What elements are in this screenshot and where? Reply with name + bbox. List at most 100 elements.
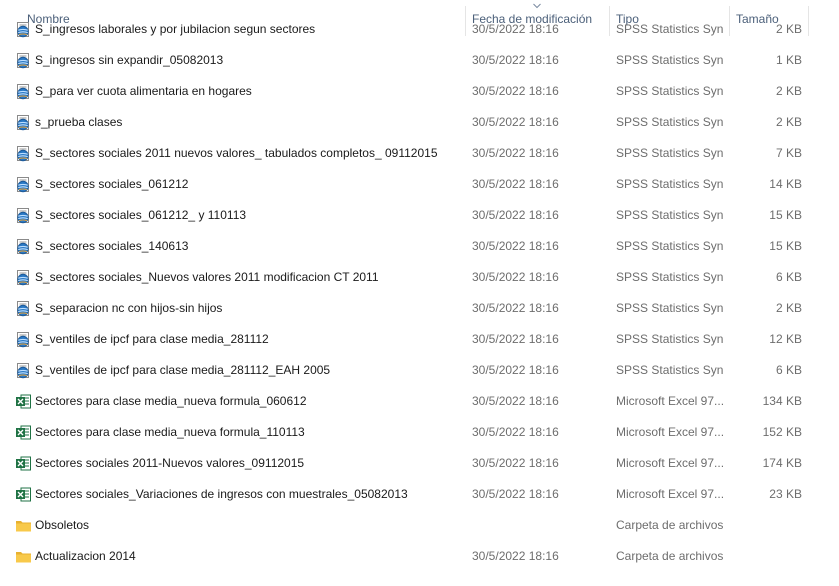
file-type: SPSS Statistics Syn... [616, 239, 724, 253]
file-size: 12 KB [769, 332, 802, 346]
file-size: 14 KB [769, 177, 802, 191]
modified-date: 30/5/2022 18:16 [472, 177, 559, 191]
spss-syntax-icon [15, 331, 32, 348]
file-size: 6 KB [775, 270, 802, 284]
file-row[interactable]: S_sectores sociales_061212 30/5/2022 18:1… [0, 169, 839, 200]
folder-icon [15, 548, 32, 565]
file-row[interactable]: S_para ver cuota alimentaria en hogares 3… [0, 76, 839, 107]
file-name: S_sectores sociales_061212_ y 110113 [35, 208, 247, 222]
excel-icon [15, 393, 32, 410]
file-type: SPSS Statistics Syn... [616, 363, 724, 377]
modified-date: 30/5/2022 18:16 [472, 301, 559, 315]
file-type: SPSS Statistics Syn... [616, 84, 724, 98]
file-name: Sectores sociales_Variaciones de ingreso… [35, 487, 408, 501]
file-size: 6 KB [775, 363, 802, 377]
spss-syntax-icon [15, 207, 32, 224]
modified-date: 30/5/2022 18:16 [472, 332, 559, 346]
file-row[interactable]: Sectores para clase media_nueva formula_… [0, 386, 839, 417]
file-name: Sectores para clase media_nueva formula_… [35, 425, 305, 439]
spss-syntax-icon [15, 176, 32, 193]
spss-syntax-icon [15, 21, 32, 38]
file-name: s_prueba clases [35, 115, 123, 129]
file-size [736, 510, 802, 541]
file-size: 134 KB [762, 394, 802, 408]
file-size: 15 KB [769, 239, 802, 253]
file-name: Actualizacion 2014 [35, 549, 136, 563]
modified-date: 30/5/2022 18:16 [472, 487, 559, 501]
file-row[interactable]: S_ingresos laborales y por jubilacion se… [0, 15, 839, 45]
file-name: Sectores para clase media_nueva formula_… [35, 394, 307, 408]
folder-row[interactable]: Actualizacion 2014 30/5/2022 18:16 Carpeta… [0, 541, 839, 572]
spss-syntax-icon [15, 238, 32, 255]
file-row[interactable]: S_ingresos sin expandir_05082013 30/5/202… [0, 45, 839, 76]
file-row[interactable]: S_sectores sociales_061212_ y 110113 30/5… [0, 200, 839, 231]
file-type: Carpeta de archivos [616, 518, 724, 532]
file-row[interactable]: S_sectores sociales_Nuevos valores 2011 … [0, 262, 839, 293]
file-size: 2 KB [775, 22, 802, 36]
file-name: S_sectores sociales_140613 [35, 239, 189, 253]
file-name: S_separacion nc con hijos-sin hijos [35, 301, 223, 315]
modified-date: 30/5/2022 18:16 [472, 53, 559, 67]
spss-syntax-icon [15, 145, 32, 162]
spss-syntax-icon [15, 269, 32, 286]
folder-icon [15, 517, 32, 534]
file-type: SPSS Statistics Syn... [616, 208, 724, 222]
file-row[interactable]: Sectores sociales 2011-Nuevos valores_09… [0, 448, 839, 479]
excel-icon [15, 486, 32, 503]
file-row[interactable]: S_ventiles de ipcf para clase media_2811… [0, 324, 839, 355]
file-name: S_para ver cuota alimentaria en hogares [35, 84, 252, 98]
modified-date: 30/5/2022 18:16 [472, 208, 559, 222]
file-size: 2 KB [775, 301, 802, 315]
file-list: S_ingresos laborales y por jubilacion se… [0, 15, 839, 586]
file-type: SPSS Statistics Syn... [616, 332, 724, 346]
file-type: SPSS Statistics Syn... [616, 146, 724, 160]
modified-date: 30/5/2022 18:16 [472, 84, 559, 98]
file-row[interactable]: Sectores sociales_Variaciones de ingreso… [0, 479, 839, 510]
modified-date: 30/5/2022 18:16 [472, 363, 559, 377]
file-name: S_ingresos sin expandir_05082013 [35, 53, 224, 67]
file-type: SPSS Statistics Syn... [616, 270, 724, 284]
file-name: S_sectores sociales_061212 [35, 177, 189, 191]
file-size: 2 KB [775, 84, 802, 98]
file-row[interactable]: S_sectores sociales_140613 30/5/2022 18:1… [0, 231, 839, 262]
file-size [736, 541, 802, 572]
file-type: Microsoft Excel 97... [616, 456, 724, 470]
file-size: 174 KB [762, 456, 802, 470]
file-row[interactable]: S_ventiles de ipcf para clase media_2811… [0, 355, 839, 386]
folder-row[interactable]: Obsoletos Carpeta de archivos [0, 510, 839, 541]
file-row[interactable]: S_sectores sociales 2011 nuevos valores_… [0, 138, 839, 169]
file-type: SPSS Statistics Syn... [616, 53, 724, 67]
file-size: 2 KB [775, 115, 802, 129]
file-name: S_sectores sociales 2011 nuevos valores_… [35, 146, 438, 160]
modified-date: 30/5/2022 18:16 [472, 115, 559, 129]
file-row[interactable]: s_prueba clases 30/5/2022 18:16 SPSS Stati… [0, 107, 839, 138]
file-name: Sectores sociales 2011-Nuevos valores_09… [35, 456, 305, 470]
spss-syntax-icon [15, 300, 32, 317]
file-name: Obsoletos [35, 518, 90, 532]
modified-date: 30/5/2022 18:16 [472, 22, 559, 36]
modified-date [472, 510, 602, 541]
file-type: Carpeta de archivos [616, 549, 724, 563]
file-type: Microsoft Excel 97... [616, 394, 724, 408]
file-row[interactable]: S_separacion nc con hijos-sin hijos 30/5/… [0, 293, 839, 324]
file-type: Microsoft Excel 97... [616, 425, 724, 439]
file-row[interactable]: Sectores para clase media_nueva formula_… [0, 417, 839, 448]
file-size: 15 KB [769, 208, 802, 222]
modified-date: 30/5/2022 18:16 [472, 394, 559, 408]
file-size: 1 KB [775, 53, 802, 67]
modified-date: 30/5/2022 18:16 [472, 456, 559, 470]
excel-icon [15, 455, 32, 472]
file-name: S_ventiles de ipcf para clase media_2811… [35, 332, 269, 346]
file-name: S_ingresos laborales y por jubilacion se… [35, 22, 316, 36]
spss-syntax-icon [15, 362, 32, 379]
file-type: SPSS Statistics Syn... [616, 115, 724, 129]
file-name: S_ventiles de ipcf para clase media_2811… [35, 363, 331, 377]
modified-date: 30/5/2022 18:16 [472, 270, 559, 284]
spss-syntax-icon [15, 52, 32, 69]
modified-date: 30/5/2022 18:16 [472, 239, 559, 253]
modified-date: 30/5/2022 18:16 [472, 425, 559, 439]
file-size: 7 KB [775, 146, 802, 160]
file-size: 23 KB [769, 487, 802, 501]
excel-icon [15, 424, 32, 441]
file-size: 152 KB [762, 425, 802, 439]
